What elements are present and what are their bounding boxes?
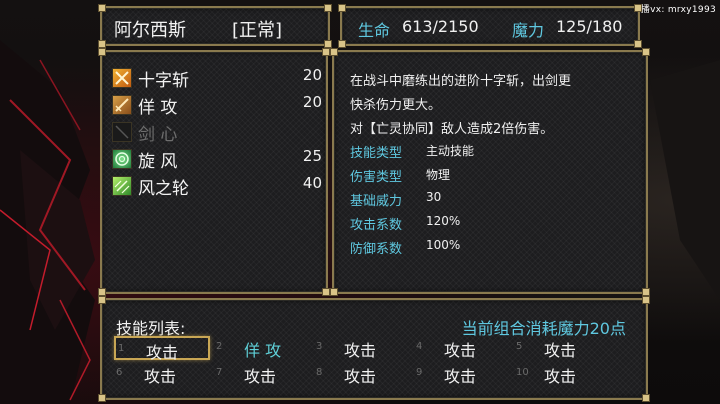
slot-number: 6 bbox=[116, 367, 123, 378]
character-stats-panel: 生命 613/2150 魔力 125/180 bbox=[338, 4, 642, 48]
defense-coefficient-label: 防御系数 bbox=[350, 242, 403, 257]
slot-skill: 攻击 bbox=[344, 341, 377, 360]
slot-number: 8 bbox=[316, 367, 323, 378]
hp-value: 613/2150 bbox=[402, 17, 479, 36]
damage-type-label: 伤害类型 bbox=[350, 170, 403, 185]
skill-item-feint[interactable]: 佯 攻 20 bbox=[112, 93, 322, 118]
hp-label: 生命 bbox=[358, 21, 391, 40]
slot-skill: 攻击 bbox=[146, 343, 179, 362]
skill-name: 十字斩 bbox=[138, 71, 189, 91]
skill-power: 25 bbox=[302, 147, 322, 165]
damage-type-value: 物理 bbox=[426, 168, 451, 182]
character-state: [正常] bbox=[232, 20, 283, 41]
skill-name: 风之轮 bbox=[138, 179, 189, 199]
attack-coefficient-value: 120% bbox=[426, 214, 461, 228]
slot-skill: 攻击 bbox=[344, 367, 377, 386]
slot-number: 2 bbox=[216, 341, 223, 352]
skill-item-sword-heart[interactable]: 剑 心 bbox=[112, 120, 322, 145]
slot-number: 1 bbox=[118, 343, 125, 354]
skill-item-wind-wheel[interactable]: 风之轮 40 bbox=[112, 174, 322, 199]
slot-skill: 攻击 bbox=[544, 341, 577, 360]
slot-number: 7 bbox=[216, 367, 223, 378]
slot-skill: 攻击 bbox=[144, 367, 177, 386]
defense-coefficient-value: 100% bbox=[426, 238, 461, 252]
skill-type-label: 技能类型 bbox=[350, 146, 403, 161]
slot-skill: 佯 攻 bbox=[244, 341, 282, 360]
skill-description-panel: 在战斗中磨练出的进阶十字斩，出剑更 快杀伤力更大。 对【亡灵协同】敌人造成2倍伤… bbox=[330, 48, 650, 296]
combo-slot-3[interactable]: 3 攻击 bbox=[314, 336, 410, 360]
slot-number: 10 bbox=[516, 367, 529, 378]
description-line: 在战斗中磨练出的进阶十字斩，出剑更 bbox=[350, 74, 572, 89]
base-power-value: 30 bbox=[426, 190, 442, 204]
slot-skill: 攻击 bbox=[244, 367, 277, 386]
skill-item-cross-slash[interactable]: 十字斩 20 bbox=[112, 66, 322, 91]
skill-name: 剑 心 bbox=[138, 125, 178, 145]
skill-power: 20 bbox=[302, 93, 322, 111]
slot-number: 3 bbox=[316, 341, 323, 352]
cross-slash-icon bbox=[112, 68, 132, 88]
mp-value: 125/180 bbox=[556, 17, 623, 36]
slot-number: 9 bbox=[416, 367, 423, 378]
mp-label: 魔力 bbox=[512, 21, 545, 40]
combo-slot-6[interactable]: 6 攻击 bbox=[114, 362, 210, 386]
skill-item-whirlwind[interactable]: 旋 风 25 bbox=[112, 147, 322, 172]
skill-list-panel: 十字斩 20 佯 攻 20 剑 心 旋 风 25 风之轮 40 bbox=[98, 48, 330, 296]
combo-slot-1[interactable]: 1 攻击 bbox=[114, 336, 210, 362]
skill-type-value: 主动技能 bbox=[426, 144, 475, 158]
wind-wheel-icon bbox=[112, 176, 132, 196]
combo-slot-4[interactable]: 4 攻击 bbox=[414, 336, 510, 360]
skill-combo-panel: 技能列表: 当前组合消耗魔力20点 1 攻击 2 佯 攻 3 攻击 4 攻击 5… bbox=[98, 296, 650, 402]
character-name: 阿尔西斯 bbox=[114, 20, 186, 41]
attack-coefficient-label: 攻击系数 bbox=[350, 218, 403, 233]
combo-slot-7[interactable]: 7 攻击 bbox=[214, 362, 310, 386]
sword-heart-icon bbox=[112, 122, 132, 142]
whirlwind-icon bbox=[112, 149, 132, 169]
streamer-watermark: 主播vx: mrxy1993 bbox=[631, 5, 716, 15]
combo-slot-10[interactable]: 10 攻击 bbox=[514, 362, 610, 386]
feint-icon bbox=[112, 95, 132, 115]
slot-number: 5 bbox=[516, 341, 523, 352]
slot-skill: 攻击 bbox=[444, 341, 477, 360]
skill-power: 40 bbox=[302, 174, 322, 192]
skill-name: 旋 风 bbox=[138, 152, 178, 172]
combo-slot-8[interactable]: 8 攻击 bbox=[314, 362, 410, 386]
description-line: 快杀伤力更大。 bbox=[350, 98, 442, 113]
character-name-panel: 阿尔西斯 [正常] bbox=[98, 4, 332, 48]
slot-skill: 攻击 bbox=[544, 367, 577, 386]
skill-power: 20 bbox=[302, 66, 322, 84]
base-power-label: 基础威力 bbox=[350, 194, 403, 209]
combo-slot-9[interactable]: 9 攻击 bbox=[414, 362, 510, 386]
slot-skill: 攻击 bbox=[444, 367, 477, 386]
description-line: 对【亡灵协同】敌人造成2倍伤害。 bbox=[350, 122, 554, 137]
skill-name: 佯 攻 bbox=[138, 98, 178, 118]
slot-number: 4 bbox=[416, 341, 423, 352]
combo-slot-2[interactable]: 2 佯 攻 bbox=[214, 336, 310, 360]
combo-slot-5[interactable]: 5 攻击 bbox=[514, 336, 610, 360]
